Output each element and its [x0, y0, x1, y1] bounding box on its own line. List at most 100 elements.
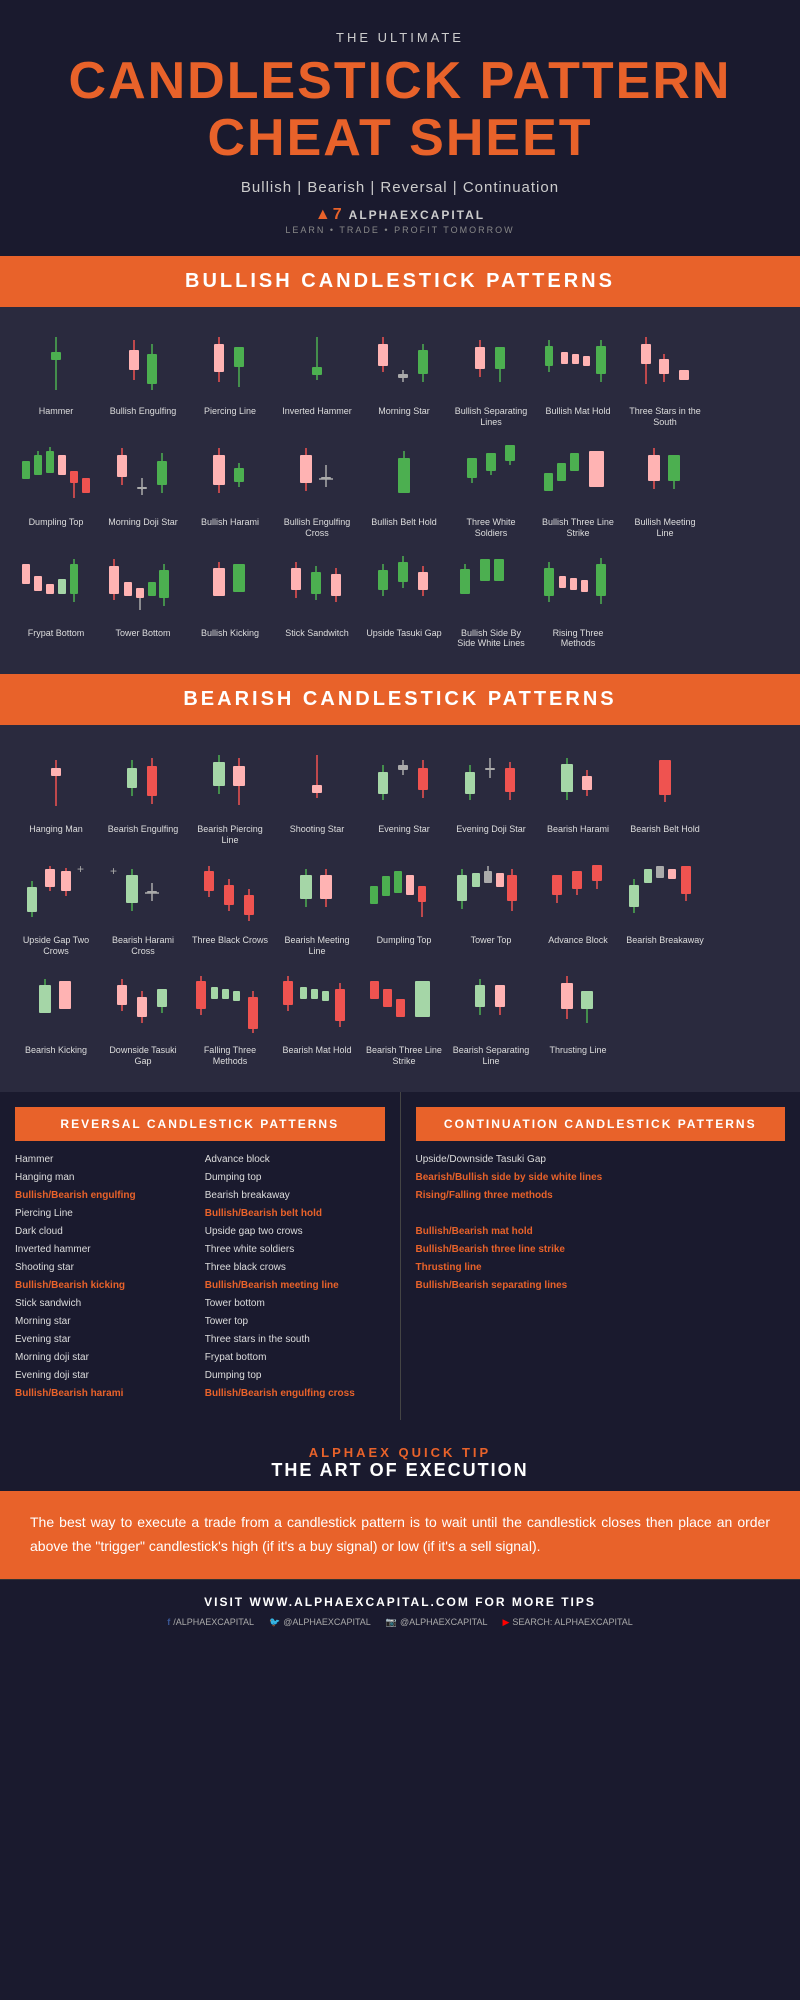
bearish-harami-cross-label: Bearish Harami Cross	[104, 935, 182, 957]
header: THE ULTIMATE CANDLESTICK PATTERNCHEAT SH…	[0, 0, 800, 256]
pattern-bullish-engulfing-cross: Bullish Engulfing Cross	[276, 438, 358, 544]
reversal-item: Evening doji star	[15, 1369, 195, 1383]
pattern-bearish-kicking: Bearish Kicking	[15, 966, 97, 1072]
bearish-engulfing-label: Bearish Engulfing	[104, 824, 182, 835]
reversal-item: Stick sandwich	[15, 1297, 195, 1311]
reversal-col1: Hammer Hanging man Bullish/Bearish engul…	[15, 1153, 195, 1405]
facebook-link[interactable]: f /ALPHAEXCAPITAL	[167, 1617, 254, 1628]
reversal-item: Tower bottom	[205, 1297, 385, 1311]
hanging-man-label: Hanging Man	[17, 824, 95, 835]
pattern-stick-sandwich: Stick Sandwitch	[276, 549, 358, 655]
continuation-item: Bullish/Bearish three line strike	[416, 1243, 786, 1257]
reversal-item: Evening star	[15, 1333, 195, 1347]
inverted-hammer-chart	[278, 332, 356, 397]
reversal-item: Hammer	[15, 1153, 195, 1167]
bullish-mat-hold-chart	[539, 332, 617, 397]
continuation-header: CONTINUATION CANDLESTICK PATTERNS	[416, 1107, 786, 1141]
svg-text:+: +	[77, 862, 84, 876]
continuation-item: Rising/Falling three methods	[416, 1189, 786, 1203]
twitter-link[interactable]: 🐦 @ALPHAEXCAPITAL	[269, 1617, 371, 1628]
shooting-star-label: Shooting Star	[278, 824, 356, 835]
pattern-bullish-kicking: Bullish Kicking	[189, 549, 271, 655]
reversal-item: Bullish/Bearish harami	[15, 1387, 195, 1401]
reversal-item: Advance block	[205, 1153, 385, 1167]
info-section: REVERSAL CANDLESTICK PATTERNS Hammer Han…	[0, 1092, 800, 1420]
youtube-link[interactable]: ▶ SEARCH: ALPHAEXCAPITAL	[503, 1617, 633, 1628]
morning-doji-star-chart	[104, 443, 182, 508]
pattern-bullish-meeting-line: Bullish Meeting Line	[624, 438, 706, 544]
instagram-link[interactable]: 📷 @ALPHAEXCAPITAL	[386, 1617, 488, 1628]
bearish-three-line-strike-chart	[365, 971, 443, 1036]
bullish-three-line-strike-label: Bullish Three Line Strike	[539, 517, 617, 539]
bearish-sep-line-chart	[452, 971, 530, 1036]
bullish-engulfing-label: Bullish Engulfing	[104, 406, 182, 417]
pattern-falling-three-methods: Falling Three Methods	[189, 966, 271, 1072]
pattern-frypat-bottom: Frypat Bottom	[15, 549, 97, 655]
pattern-bearish-harami: Bearish Harami	[537, 745, 619, 851]
downside-tasuki-gap-label: Downside Tasuki Gap	[104, 1045, 182, 1067]
footer-social: f /ALPHAEXCAPITAL 🐦 @ALPHAEXCAPITAL 📷 @A…	[15, 1617, 785, 1628]
bearish-meeting-line-chart	[278, 861, 356, 926]
advance-block-chart	[539, 861, 617, 926]
bullish-meeting-line-label: Bullish Meeting Line	[626, 517, 704, 539]
pattern-three-stars-south: Three Stars in the South	[624, 327, 706, 433]
reversal-item: Three white soldiers	[205, 1243, 385, 1257]
hammer-chart	[17, 332, 95, 397]
reversal-columns: Hammer Hanging man Bullish/Bearish engul…	[15, 1153, 385, 1405]
bullish-sep-lines-label: Bullish Separating Lines	[452, 406, 530, 428]
shooting-star-chart	[278, 750, 356, 815]
reversal-item: Upside gap two crows	[205, 1225, 385, 1239]
pattern-bearish-three-line-strike: Bearish Three Line Strike	[363, 966, 445, 1072]
reversal-item: Bullish/Bearish meeting line	[205, 1279, 385, 1293]
three-white-soldiers-label: Three White Soldiers	[452, 517, 530, 539]
pattern-tower-bottom: Tower Bottom	[102, 549, 184, 655]
youtube-handle: SEARCH: ALPHAEXCAPITAL	[512, 1617, 632, 1627]
reversal-item: Dumping top	[205, 1171, 385, 1185]
bearish-mat-hold-label: Bearish Mat Hold	[278, 1045, 356, 1056]
upside-tasuki-gap-chart	[365, 554, 443, 619]
reversal-section: REVERSAL CANDLESTICK PATTERNS Hammer Han…	[0, 1092, 401, 1420]
three-black-crows-label: Three Black Crows	[191, 935, 269, 946]
continuation-col: Upside/Downside Tasuki Gap Bearish/Bulli…	[416, 1153, 786, 1293]
stick-sandwich-label: Stick Sandwitch	[278, 628, 356, 639]
bearish-breakaway-chart	[626, 861, 704, 926]
three-black-crows-chart	[191, 861, 269, 926]
main-title: CANDLESTICK PATTERNCHEAT SHEET	[20, 53, 780, 167]
evening-doji-star-chart	[452, 750, 530, 815]
tower-bottom-label: Tower Bottom	[104, 628, 182, 639]
morning-doji-star-label: Morning Doji Star	[104, 517, 182, 528]
pattern-bearish-sep-line: Bearish Separating Line	[450, 966, 532, 1072]
bearish-kicking-chart	[17, 971, 95, 1036]
pattern-hanging-man: Hanging Man	[15, 745, 97, 851]
pattern-shooting-star: Shooting Star	[276, 745, 358, 851]
bullish-harami-chart	[191, 443, 269, 508]
dumpling-top-label: Dumpling Top	[365, 935, 443, 946]
bullish-side-white-lines-chart	[452, 554, 530, 619]
pattern-bullish-belt-hold: Bullish Belt Hold	[363, 438, 445, 544]
instagram-icon: 📷	[386, 1617, 397, 1628]
tower-top-label: Tower Top	[452, 935, 530, 946]
falling-three-methods-label: Falling Three Methods	[191, 1045, 269, 1067]
bearish-section-header: BEARISH CANDLESTICK PATTERNS	[0, 674, 800, 725]
reversal-item: Dumping top	[205, 1369, 385, 1383]
bullish-mat-hold-label: Bullish Mat Hold	[539, 406, 617, 417]
pattern-thrusting-line: Thrusting Line	[537, 966, 619, 1072]
reversal-item: Dark cloud	[15, 1225, 195, 1239]
thrusting-line-chart	[539, 971, 617, 1036]
bullish-pattern-grid: Hammer Bullish Engulfing	[10, 322, 790, 659]
morning-star-label: Morning Star	[365, 406, 443, 417]
quick-tip-header: ALPHAEX QUICK TIP THE ART OF EXECUTION	[0, 1420, 800, 1491]
reversal-item: Morning star	[15, 1315, 195, 1329]
pattern-bearish-meeting-line: Bearish Meeting Line	[276, 856, 358, 962]
continuation-item: Thrusting line	[416, 1261, 786, 1275]
reversal-item: Inverted hammer	[15, 1243, 195, 1257]
bullish-belt-hold-label: Bullish Belt Hold	[365, 517, 443, 528]
piercing-line-label: Piercing Line	[191, 406, 269, 417]
reversal-item: Three black crows	[205, 1261, 385, 1275]
pattern-bearish-breakaway: Bearish Breakaway	[624, 856, 706, 962]
quick-tip-label: ALPHAEX QUICK TIP	[20, 1445, 780, 1460]
continuation-item: Bearish/Bullish side by side white lines	[416, 1171, 786, 1185]
pattern-tower-top: Tower Top	[450, 856, 532, 962]
bearish-belt-hold-chart	[626, 750, 704, 815]
pattern-piercing-line: Piercing Line	[189, 327, 271, 433]
